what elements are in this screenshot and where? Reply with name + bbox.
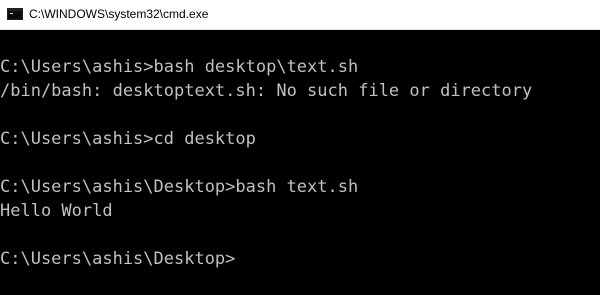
title-bar[interactable]: C:\WINDOWS\system32\cmd.exe	[0, 0, 600, 30]
console-line-error: /bin/bash: desktoptext.sh: No such file …	[0, 81, 533, 101]
cmd-window: C:\WINDOWS\system32\cmd.exe C:\Users\ash…	[0, 0, 600, 295]
console-line-command: C:\Users\ashis>bash desktop\text.sh	[0, 57, 359, 77]
console-line-command: C:\Users\ashis\Desktop>bash text.sh	[0, 177, 359, 197]
console-line-command: C:\Users\ashis>cd desktop	[0, 129, 256, 149]
console-output[interactable]: C:\Users\ashis>bash desktop\text.sh /bin…	[0, 30, 600, 295]
window-title: C:\WINDOWS\system32\cmd.exe	[29, 7, 209, 21]
cmd-icon[interactable]	[7, 8, 23, 20]
console-line-output: Hello World	[0, 201, 113, 221]
console-prompt[interactable]: C:\Users\ashis\Desktop>	[0, 247, 235, 271]
